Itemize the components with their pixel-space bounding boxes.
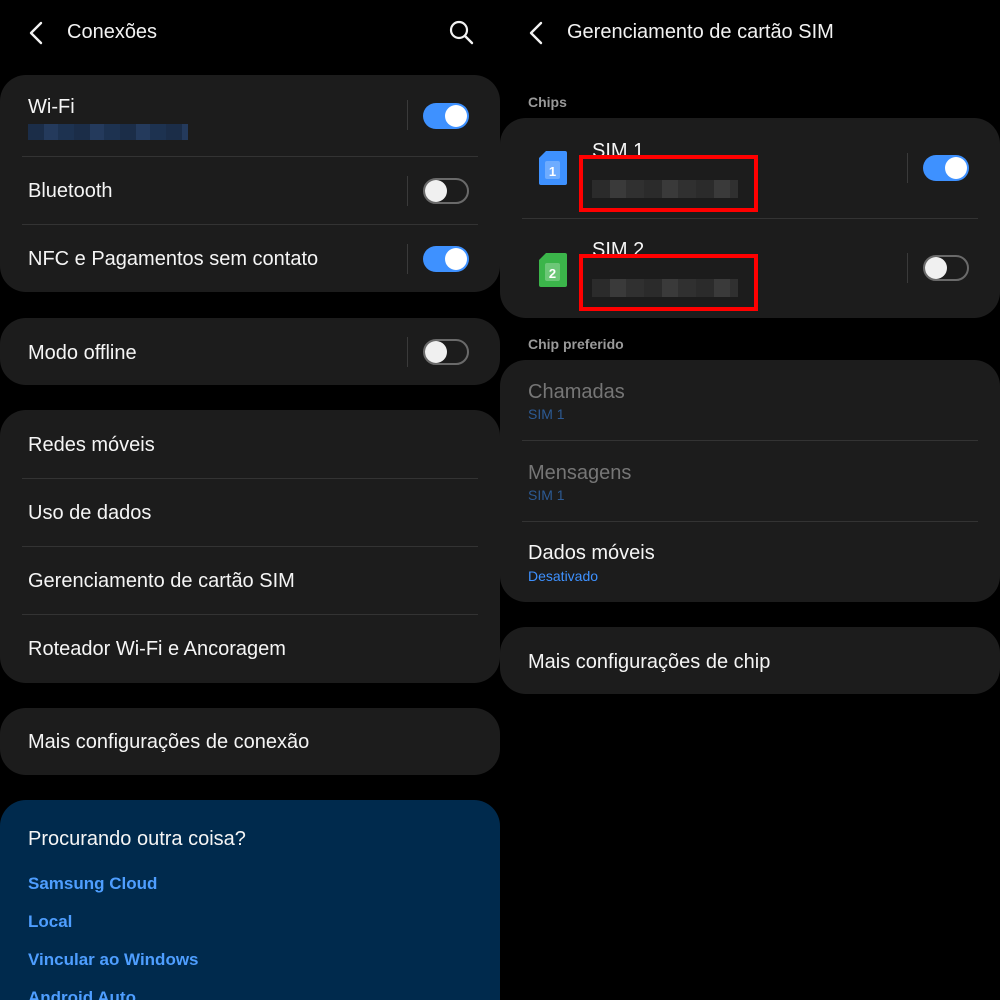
sim-1-row[interactable]: 1 SIM 1 <box>500 118 1000 218</box>
divider <box>407 244 408 274</box>
link-link-to-windows[interactable]: Vincular ao Windows <box>28 950 199 970</box>
divider <box>407 337 408 367</box>
preferred-calls-row[interactable]: Chamadas SIM 1 <box>500 360 1000 440</box>
sim-manager-panel: Gerenciamento de cartão SIM Chips 1 SIM … <box>500 0 1000 1000</box>
chips-section-label: Chips <box>528 94 567 110</box>
sim-1-highlight-box <box>579 155 758 212</box>
bluetooth-row[interactable]: Bluetooth <box>0 157 500 225</box>
mobile-data-label: Dados móveis <box>528 542 655 564</box>
more-connection-label: Mais configurações de conexão <box>28 731 310 753</box>
messages-label: Mensagens <box>528 462 632 484</box>
menu-item-hotspot[interactable]: Roteador Wi-Fi e Ancoragem <box>0 615 500 683</box>
suggestions-title: Procurando outra coisa? <box>28 828 246 850</box>
divider <box>407 100 408 130</box>
link-android-auto[interactable]: Android Auto <box>28 988 136 1000</box>
page-title: Conexões <box>67 21 158 43</box>
more-chip-label: Mais configurações de chip <box>528 651 771 673</box>
nfc-toggle[interactable] <box>423 246 469 272</box>
wifi-row[interactable]: Wi-Fi <box>0 75 500 157</box>
preferred-messages-row[interactable]: Mensagens SIM 1 <box>500 441 1000 521</box>
link-local[interactable]: Local <box>28 912 72 932</box>
messages-value: SIM 1 <box>528 487 565 503</box>
calls-value: SIM 1 <box>528 406 565 422</box>
link-samsung-cloud[interactable]: Samsung Cloud <box>28 874 157 894</box>
wifi-label: Wi-Fi <box>28 96 75 118</box>
mobile-data-value: Desativado <box>528 568 599 584</box>
sim-2-row[interactable]: 2 SIM 2 <box>500 219 1000 318</box>
search-icon[interactable] <box>448 19 474 45</box>
sim-manager-app-bar: Gerenciamento de cartão SIM <box>500 0 1000 66</box>
more-connection-card: Mais configurações de conexão <box>0 708 500 775</box>
bluetooth-label: Bluetooth <box>28 180 113 202</box>
wifi-network-name-redacted <box>28 124 188 140</box>
offline-card: Modo offline <box>0 318 500 385</box>
sim-1-toggle[interactable] <box>923 155 969 181</box>
sim-2-toggle[interactable] <box>923 255 969 281</box>
sim-2-icon: 2 <box>539 253 567 287</box>
divider <box>907 153 908 183</box>
back-arrow-icon[interactable] <box>526 20 548 46</box>
menu-item-data-usage[interactable]: Uso de dados <box>0 479 500 547</box>
preferred-chip-card: Chamadas SIM 1 Mensagens SIM 1 Dados móv… <box>500 360 1000 602</box>
menu-item-label: Uso de dados <box>28 502 152 524</box>
wireless-card: Wi-Fi Bluetooth NFC e Pagamentos sem con… <box>0 75 500 292</box>
nfc-label: NFC e Pagamentos sem contato <box>28 248 319 270</box>
offline-row[interactable]: Modo offline <box>0 318 500 385</box>
svg-text:2: 2 <box>549 266 556 281</box>
wifi-toggle[interactable] <box>423 103 469 129</box>
preferred-chip-section-label: Chip preferido <box>528 336 624 352</box>
nfc-row[interactable]: NFC e Pagamentos sem contato <box>0 225 500 292</box>
more-chip-settings[interactable]: Mais configurações de chip <box>500 627 1000 694</box>
divider <box>907 253 908 283</box>
menu-item-label: Gerenciamento de cartão SIM <box>28 570 295 592</box>
menu-item-label: Redes móveis <box>28 434 155 456</box>
page-title: Gerenciamento de cartão SIM <box>567 21 834 43</box>
menu-item-sim-manager[interactable]: Gerenciamento de cartão SIM <box>0 547 500 615</box>
sim-2-highlight-box <box>579 254 758 311</box>
suggestions-card: Procurando outra coisa? Samsung Cloud Lo… <box>0 800 500 1000</box>
offline-label: Modo offline <box>28 342 137 364</box>
connections-app-bar: Conexões <box>0 0 500 66</box>
network-menu-card: Redes móveis Uso de dados Gerenciamento … <box>0 410 500 683</box>
bluetooth-toggle[interactable] <box>423 178 469 204</box>
divider <box>407 176 408 206</box>
back-arrow-icon[interactable] <box>26 20 48 46</box>
calls-label: Chamadas <box>528 381 625 403</box>
svg-text:1: 1 <box>549 164 556 179</box>
menu-item-mobile-networks[interactable]: Redes móveis <box>0 410 500 478</box>
menu-item-label: Roteador Wi-Fi e Ancoragem <box>28 638 286 660</box>
more-chip-card: Mais configurações de chip <box>500 627 1000 694</box>
more-connection-settings[interactable]: Mais configurações de conexão <box>0 708 500 775</box>
sim-1-icon: 1 <box>539 151 567 185</box>
offline-toggle[interactable] <box>423 339 469 365</box>
sim-cards-card: 1 SIM 1 2 SIM 2 <box>500 118 1000 318</box>
connections-panel: Conexões Wi-Fi Bluetooth NFC e Pagamento… <box>0 0 500 1000</box>
preferred-mobile-data-row[interactable]: Dados móveis Desativado <box>500 522 1000 602</box>
